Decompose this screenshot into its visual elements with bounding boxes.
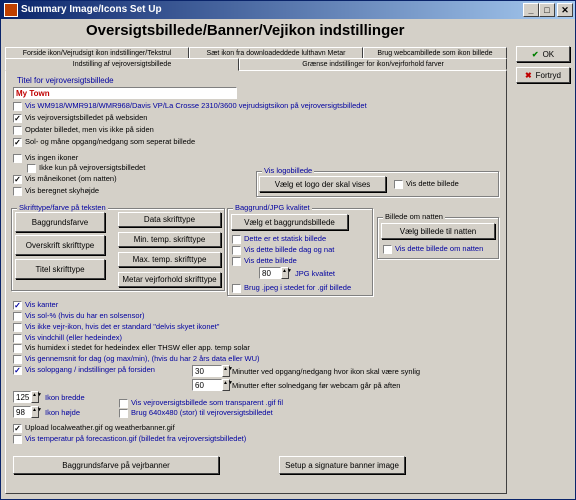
show-night-image-checkbox[interactable]: Vis dette billede om natten <box>383 244 483 254</box>
checkbox-box <box>13 312 22 321</box>
minutes-sunrise-input[interactable]: 30 <box>192 365 222 377</box>
checkbox-label: Ikke kun på vejroversigtsbilledet <box>39 163 146 172</box>
signature-banner-button[interactable]: Setup a signature banner image <box>279 456 405 474</box>
checkbox-label: Vis gennemsnit for dag (og max/min), (hv… <box>25 354 260 363</box>
checkbox-box: ✓ <box>13 175 22 184</box>
checkbox-label: Opdater billedet, men vis ikke på siden <box>25 125 154 134</box>
checkbox-box <box>13 323 22 332</box>
icon-height-input[interactable]: 98 <box>13 406 31 418</box>
minimize-button[interactable]: _ <box>523 3 539 17</box>
choose-logo-button[interactable]: Vælg et logo der skal vises <box>259 176 386 192</box>
transparent-gif-checkbox[interactable]: Vis vejroversigtsbillede som transparent… <box>119 398 283 408</box>
app-icon <box>4 3 18 17</box>
close-button[interactable]: ✕ <box>557 3 573 17</box>
show-borders-checkbox[interactable]: ✓ Vis kanter <box>13 300 58 310</box>
large-image-checkbox[interactable]: Brug 640x480 (stor) til vejroversigtsbil… <box>119 408 273 418</box>
show-average-checkbox[interactable]: Vis gennemsnit for dag (og max/min), (hv… <box>13 354 260 364</box>
window-title: Summary Image/Icons Set Up <box>21 4 162 15</box>
cancel-button[interactable]: ✖ Fortryd <box>516 67 570 83</box>
show-station-icon-checkbox[interactable]: Vis WM918/WMR918/WMR968/Davis VP/La Cros… <box>13 101 367 111</box>
show-sunrise-checkbox[interactable]: ✓ Vis solopgang / indstillinger på forsid… <box>13 365 155 375</box>
static-image-checkbox[interactable]: Dette er et statisk billede <box>232 234 326 244</box>
jpg-quality-label: JPG kvalitet <box>295 269 336 278</box>
choose-night-image-button[interactable]: Vælg billede til natten <box>381 223 495 239</box>
checkbox-box <box>13 102 22 111</box>
sun-moon-separate-checkbox[interactable]: ✓ Sol- og måne opgang/nedgang som seperat… <box>13 137 195 147</box>
icon-height-label: Ikon højde <box>45 408 81 417</box>
banner-background-button[interactable]: Baggrundsfarve på vejrbanner <box>13 456 219 474</box>
title-bar: Summary Image/Icons Set Up _ □ ✕ <box>1 1 575 19</box>
checkbox-box <box>13 154 22 163</box>
minutes-sunrise-label: Minutter ved opgang/nedgang hvor ikon sk… <box>232 367 421 376</box>
use-jpeg-checkbox[interactable]: Brug .jpeg i stedet for .gif billede <box>232 283 351 293</box>
jpg-quality-input[interactable]: 80 <box>259 267 281 279</box>
checkbox-box: ✓ <box>13 301 22 310</box>
checkbox-box: ✓ <box>13 138 22 147</box>
title-font-button[interactable]: Titel skrifttype <box>15 259 105 279</box>
minutes-webcam-label: Minutter efter solnedgang før webcam går… <box>232 381 401 390</box>
checkbox-label: Vis kanter <box>25 300 59 309</box>
checkbox-label: Vis WM918/WMR918/WMR968/Davis VP/La Cros… <box>25 101 367 110</box>
show-windchill-checkbox[interactable]: Vis vindchill (eller hedeindex) <box>13 333 122 343</box>
checkbox-label: Vis solopgang / indstillinger på forside… <box>25 365 155 374</box>
icon-height-spinner[interactable]: ▲▼ <box>31 406 42 418</box>
min-temp-font-button[interactable]: Min. temp. skrifttype <box>118 232 221 247</box>
page-title: Oversigtsbillede/Banner/Vejikon indstill… <box>86 22 405 39</box>
minutes-sunrise-spinner[interactable]: ▲▼ <box>222 365 233 377</box>
update-no-show-checkbox[interactable]: Opdater billedet, men vis ikke på siden <box>13 125 154 135</box>
maximize-button[interactable]: □ <box>539 3 555 17</box>
metar-font-button[interactable]: Metar vejrforhold skrifttype <box>118 272 221 287</box>
checkbox-box <box>27 164 36 173</box>
show-cloud-height-checkbox[interactable]: Vis beregnet skyhøjde <box>13 186 99 196</box>
checkbox-label: Vis sol-% (hvis du har en solsensor) <box>25 311 145 320</box>
cross-icon: ✖ <box>524 70 532 80</box>
hide-default-icon-checkbox[interactable]: Vis ikke vejr-ikon, hvis det er standard… <box>13 322 219 332</box>
show-background-checkbox[interactable]: Vis dette billede <box>232 256 297 266</box>
checkbox-box <box>13 334 22 343</box>
max-temp-font-button[interactable]: Max. temp. skrifttype <box>118 252 221 267</box>
checkbox-box: ✓ <box>13 366 22 375</box>
title-label: Titel for vejroversigtsbillede <box>17 76 114 85</box>
dialog-window: Summary Image/Icons Set Up _ □ ✕ Oversig… <box>0 0 576 500</box>
heading-font-button[interactable]: Overskrift skrifttype <box>15 235 105 255</box>
not-only-summary-checkbox[interactable]: Ikke kun på vejroversigtsbilledet <box>27 163 145 173</box>
show-moon-icon-checkbox[interactable]: ✓ Vis måneikonet (om natten) <box>13 174 117 184</box>
show-humidex-checkbox[interactable]: Vis humidex i stedet for hedeindex eller… <box>13 343 250 353</box>
jpg-quality-spinner[interactable]: ▲▼ <box>281 267 292 279</box>
tab-vejroversigtsbillede[interactable]: Indstilling af vejroversigtsbillede <box>5 58 239 71</box>
day-night-checkbox[interactable]: Vis dette billede dag og nat <box>232 245 334 255</box>
checkbox-label: Vis måneikonet (om natten) <box>25 174 117 183</box>
show-solar-checkbox[interactable]: Vis sol-% (hvis du har en solsensor) <box>13 311 145 321</box>
tab-graense-indstillinger[interactable]: Grænse indstillinger for ikon/vejrforhol… <box>239 58 507 70</box>
upload-gif-checkbox[interactable]: ✓ Upload localweather.gif og weatherbanne… <box>13 423 175 433</box>
title-input[interactable]: My Town <box>13 87 237 99</box>
icon-width-input[interactable]: 125 <box>13 391 31 403</box>
data-font-button[interactable]: Data skrifttype <box>118 212 221 227</box>
icon-width-spinner[interactable]: ▲▼ <box>31 391 42 403</box>
checkbox-box <box>13 187 22 196</box>
checkbox-label: Vis vindchill (eller hedeindex) <box>25 333 122 342</box>
checkbox-label: Vis vejroversigtsbilledet på websiden <box>25 113 148 122</box>
show-on-website-checkbox[interactable]: ✓ Vis vejroversigtsbilledet på websiden <box>13 113 147 123</box>
checkbox-label: Sol- og måne opgang/nedgang som seperat … <box>25 137 196 146</box>
background-color-button[interactable]: Baggrundsfarve <box>15 212 105 232</box>
choose-background-button[interactable]: Vælg et baggrundsbillede <box>231 214 348 230</box>
checkbox-label: Vis ikke vejr-ikon, hvis det er standard… <box>25 322 220 331</box>
ok-button[interactable]: ✔ OK <box>516 46 570 62</box>
checkbox-box <box>13 355 22 364</box>
checkbox-label: Vis humidex i stedet for hedeindex eller… <box>25 343 250 352</box>
icon-width-label: Ikon bredde <box>45 393 85 402</box>
forecast-temp-checkbox[interactable]: Vis temperatur på forecasticon.gif (bill… <box>13 434 246 444</box>
checkmark-icon: ✔ <box>531 49 539 59</box>
no-icons-checkbox[interactable]: Vis ingen ikoner <box>13 153 78 163</box>
checkbox-box <box>13 344 22 353</box>
checkbox-label: Vis beregnet skyhøjde <box>25 186 100 195</box>
minutes-webcam-spinner[interactable]: ▲▼ <box>222 379 233 391</box>
checkbox-label: Vis ingen ikoner <box>25 153 79 162</box>
checkbox-box <box>13 126 22 135</box>
show-logo-checkbox[interactable]: Vis dette billede <box>394 179 459 189</box>
checkbox-box: ✓ <box>13 114 22 123</box>
minutes-webcam-input[interactable]: 60 <box>192 379 222 391</box>
